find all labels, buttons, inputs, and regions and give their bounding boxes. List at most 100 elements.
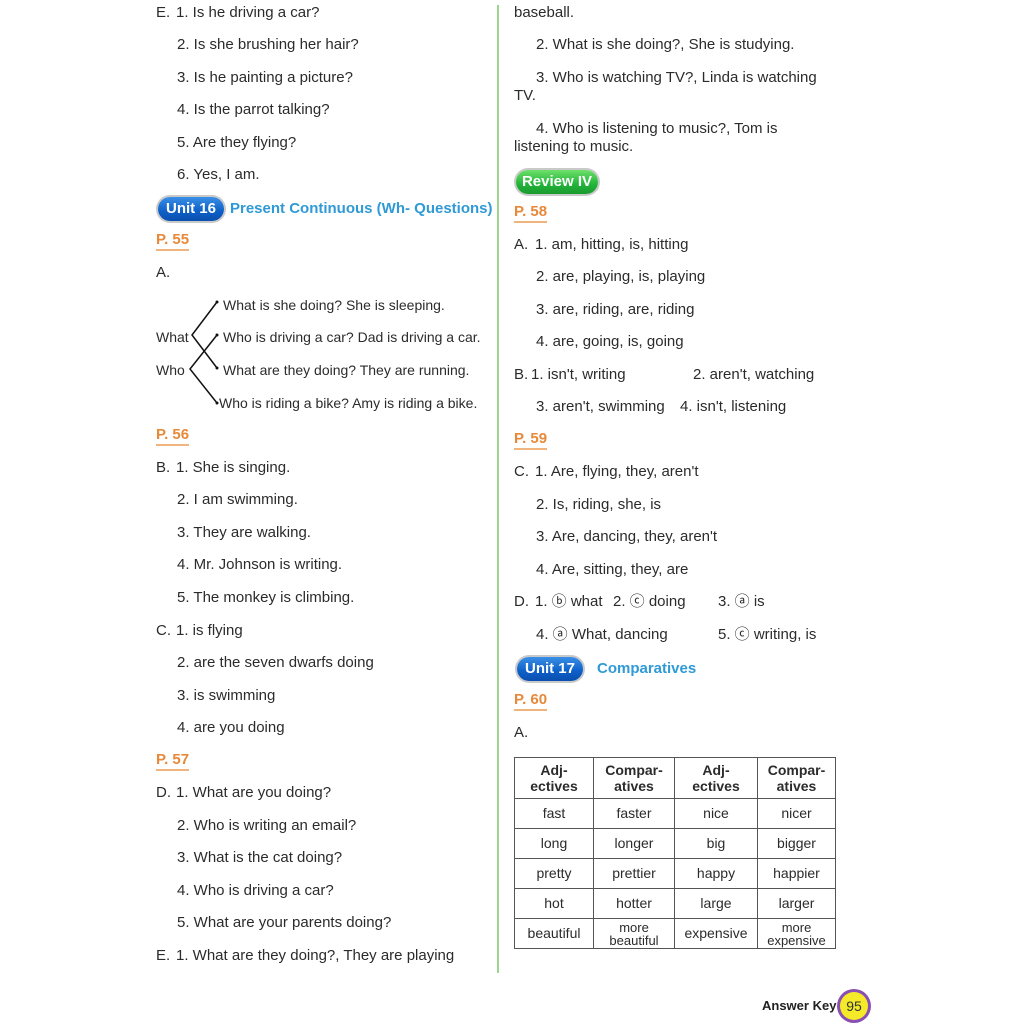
unit-title: Comparatives <box>597 660 697 677</box>
table-cell: larger <box>757 888 836 919</box>
table-cell: longer <box>593 828 675 859</box>
answer-item: 2. are, playing, is, playing <box>536 268 706 285</box>
answer-item-continued: TV. <box>514 87 536 104</box>
match-sentence: Who is riding a bike? Amy is riding a bi… <box>219 395 478 411</box>
match-dot <box>215 300 219 304</box>
answer-item: 1. am, hitting, is, hitting <box>535 236 689 253</box>
answer-item: 3. Is he painting a picture? <box>177 69 353 86</box>
match-dot <box>215 333 219 337</box>
answer-item: 2. Is she brushing her hair? <box>177 36 359 53</box>
match-sentence: What are they doing? They are running. <box>223 362 470 378</box>
footer-label: Answer Key <box>762 998 837 1013</box>
answer-item: 3. is swimming <box>177 687 276 704</box>
table-cell: fast <box>514 798 594 829</box>
answer-item: 4. Mr. Johnson is writing. <box>177 556 343 573</box>
unit-badge: Unit 17 <box>517 657 583 681</box>
section-label: A. <box>514 236 529 253</box>
table-cell: happier <box>757 858 836 889</box>
column-header: Adj-ectives <box>514 757 594 799</box>
section-label: A. <box>156 264 171 281</box>
table-cell: nice <box>674 798 758 829</box>
match-sentence: What is she doing? She is sleeping. <box>223 297 445 313</box>
page-reference: P. 59 <box>514 430 548 450</box>
table-cell: big <box>674 828 758 859</box>
answer-item: 2. aren't, watching <box>693 366 815 383</box>
answer-item: 3. What is the cat doing? <box>177 849 343 866</box>
table-cell: expensive <box>674 918 758 949</box>
table-header-row: Adj-ectives Compar-atives Adj-ectives Co… <box>514 757 836 799</box>
column-divider <box>497 5 499 973</box>
answer-item: 3. Who is watching TV?, Linda is watchin… <box>536 69 817 86</box>
answer-item: 2. Who is writing an email? <box>177 817 357 834</box>
table-cell: faster <box>593 798 675 829</box>
answer-item: 2. What is she doing?, She is studying. <box>536 36 795 53</box>
answer-item: 1. Are, flying, they, aren't <box>535 463 699 480</box>
page-reference: P. 57 <box>156 751 190 771</box>
section-label: C. <box>514 463 529 480</box>
match-dot <box>215 366 219 370</box>
unit-title: Present Continuous (Wh- Questions) <box>230 200 493 217</box>
section-label: D. <box>156 784 171 801</box>
answer-item: 4. Is the parrot talking? <box>177 101 330 118</box>
answer-item: 4. Are, sitting, they, are <box>536 561 689 578</box>
table-cell: pretty <box>514 858 594 889</box>
match-line-what <box>191 301 218 369</box>
answer-item: 6. Yes, I am. <box>177 166 260 183</box>
table-cell: beautiful <box>514 918 594 949</box>
comparatives-table: Adj-ectives Compar-atives Adj-ectives Co… <box>514 757 836 949</box>
table-row: beautiful more beautiful expensive more … <box>514 918 836 949</box>
answer-item: 1. ⓑ what <box>535 593 603 610</box>
answer-item-continued: listening to music. <box>514 138 634 155</box>
table-row: fast faster nice nicer <box>514 798 836 829</box>
table-row: pretty prettier happy happier <box>514 858 836 889</box>
answer-item: 4. isn't, listening <box>680 398 787 415</box>
answer-item: 1. She is singing. <box>176 459 291 476</box>
table-cell: bigger <box>757 828 836 859</box>
answer-item: 1. What are you doing? <box>176 784 332 801</box>
unit-badge: Unit 16 <box>158 197 224 221</box>
answer-item-continued: baseball. <box>514 4 575 21</box>
table-row: long longer big bigger <box>514 828 836 859</box>
answer-item: 3. aren't, swimming <box>536 398 665 415</box>
table-cell: large <box>674 888 758 919</box>
table-cell: prettier <box>593 858 675 889</box>
page-reference: P. 58 <box>514 203 548 223</box>
answer-item: 5. ⓒ writing, is <box>718 626 817 643</box>
table-cell: more beautiful <box>593 918 675 949</box>
answer-item: 1. is flying <box>176 622 243 639</box>
review-badge: Review IV <box>516 170 598 194</box>
answer-item: 3. Are, dancing, they, aren't <box>536 528 718 545</box>
answer-item: 4. Who is driving a car? <box>177 882 334 899</box>
answer-item: 5. Are they flying? <box>177 134 297 151</box>
answer-item: 5. The monkey is climbing. <box>177 589 355 606</box>
answer-item: 4. are you doing <box>177 719 285 736</box>
table-cell: happy <box>674 858 758 889</box>
answer-item: 4. are, going, is, going <box>536 333 684 350</box>
match-sentence: Who is driving a car? Dad is driving a c… <box>223 329 481 345</box>
answer-item: 2. are the seven dwarfs doing <box>177 654 374 671</box>
answer-item: 5. What are your parents doing? <box>177 914 392 931</box>
table-cell: long <box>514 828 594 859</box>
column-header: Adj-ectives <box>674 757 758 799</box>
section-label: E. <box>156 4 171 21</box>
match-line-who <box>189 334 218 404</box>
table-cell: hot <box>514 888 594 919</box>
page-reference: P. 56 <box>156 426 190 446</box>
column-header: Compar-atives <box>593 757 675 799</box>
section-label: B. <box>514 366 529 383</box>
section-label: B. <box>156 459 171 476</box>
answer-item: 1. Is he driving a car? <box>176 4 320 21</box>
page-reference: P. 60 <box>514 691 548 711</box>
column-header: Compar-atives <box>757 757 836 799</box>
table-cell: more expensive <box>757 918 836 949</box>
section-label: A. <box>514 724 529 741</box>
table-row: hot hotter large larger <box>514 888 836 919</box>
section-label: D. <box>514 593 529 610</box>
answer-item: 4. Who is listening to music?, Tom is <box>536 120 778 137</box>
section-label: E. <box>156 947 171 964</box>
answer-item: 1. isn't, writing <box>531 366 626 383</box>
page-reference: P. 55 <box>156 231 190 251</box>
answer-item: 3. ⓐ is <box>718 593 765 610</box>
answer-item: 3. are, riding, are, riding <box>536 301 695 318</box>
answer-item: 2. ⓒ doing <box>613 593 686 610</box>
